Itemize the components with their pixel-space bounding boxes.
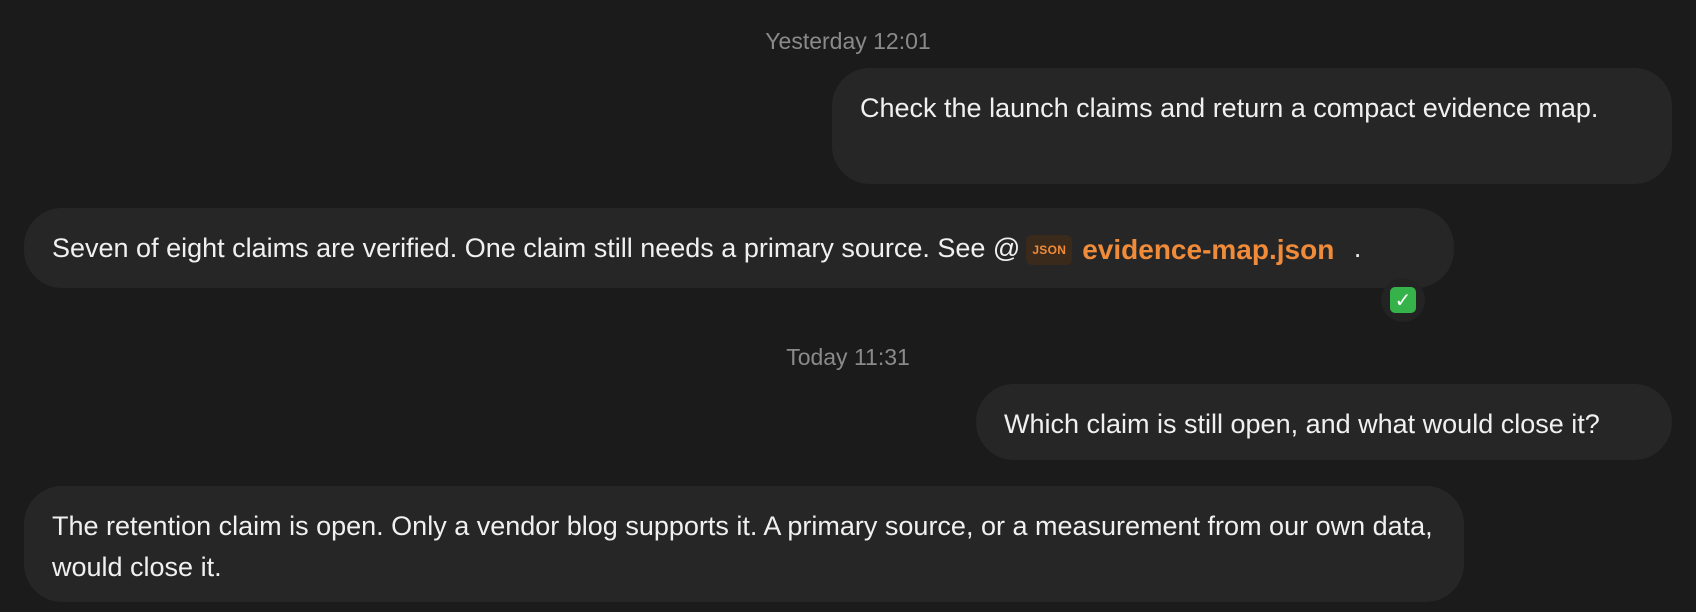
json-file-icon: JSON <box>1026 234 1073 265</box>
user-message-text: Which claim is still open, and what woul… <box>1004 409 1600 439</box>
file-link-evidence-map[interactable]: evidence-map.json <box>1082 229 1334 270</box>
timestamp-today: Today 11:31 <box>786 344 910 370</box>
message-period: . <box>1353 233 1362 263</box>
user-message-bubble: Check the launch claims and return a com… <box>832 68 1672 184</box>
timestamp-yesterday: Yesterday 12:01 <box>765 28 931 54</box>
assistant-message-bubble: The retention claim is open. Only a vend… <box>24 486 1464 602</box>
assistant-message-bubble: Seven of eight claims are verified. One … <box>24 208 1454 288</box>
assistant-message-text: Seven of eight claims are verified. One … <box>52 233 1021 263</box>
file-mention[interactable]: JSON evidence-map.json <box>1026 229 1334 270</box>
reaction-button[interactable]: ✓ <box>1381 278 1425 322</box>
user-message-text: Check the launch claims and return a com… <box>860 93 1599 123</box>
assistant-message-text: The retention claim is open. Only a vend… <box>52 511 1433 582</box>
user-message-bubble: Which claim is still open, and what woul… <box>976 384 1672 460</box>
green-check-icon: ✓ <box>1390 287 1416 313</box>
